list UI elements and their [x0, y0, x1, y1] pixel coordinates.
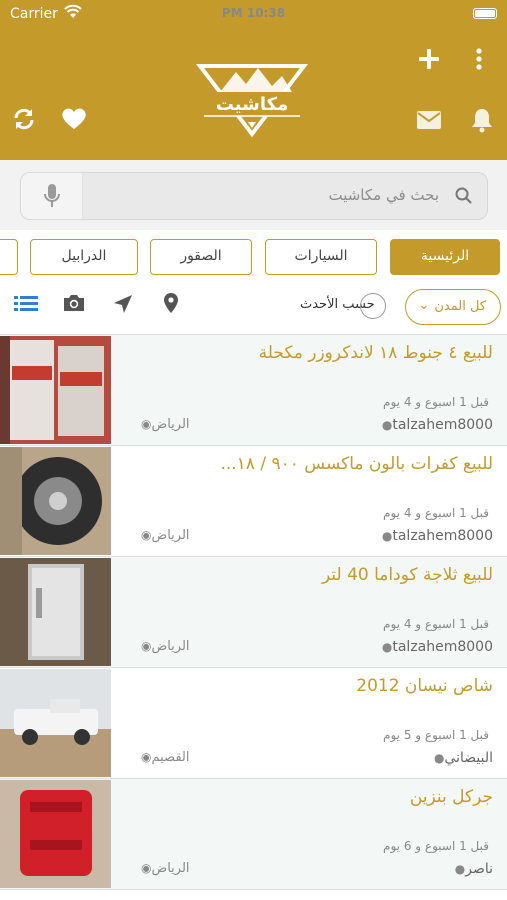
listing-thumbnail — [0, 780, 111, 888]
list-item[interactable]: للبيع كفرات بالون ماكسس ٩٠٠ / ١٨... قبل … — [0, 446, 507, 557]
user-name: البيضاني — [444, 750, 493, 766]
city-name: الرياض — [151, 417, 190, 432]
listing-title: جركل بنزين — [409, 787, 493, 807]
city-name: الرياض — [151, 861, 190, 876]
category-tabs: الرئيسية السيارات الصقور الدرابيل — [0, 230, 507, 280]
user-icon: ● — [381, 529, 393, 543]
list-view-icon[interactable] — [14, 294, 38, 314]
listing-user: ناصر● — [451, 861, 493, 877]
location-pin-icon: ◉ — [141, 417, 152, 431]
city-filter-button[interactable]: كل المدن ⌄ — [405, 289, 501, 325]
listing-title: شاص نيسان 2012 — [356, 676, 493, 696]
logo-text: مكاشيت — [216, 94, 288, 115]
favorites-heart-icon[interactable] — [61, 107, 87, 131]
tab-falcons[interactable]: الصقور — [150, 239, 252, 275]
chevron-down-icon: ⌄ — [418, 297, 430, 313]
location-pin-icon[interactable] — [163, 292, 179, 314]
listing-title: للبيع ثلاجة كوداما 40 لتر — [321, 565, 493, 585]
search-area: بحث في مكاشيت — [0, 160, 507, 230]
more-icon[interactable] — [474, 48, 484, 70]
location-pin-icon: ◉ — [141, 750, 152, 764]
voice-search-button[interactable] — [21, 173, 83, 219]
listing-thumbnail — [0, 447, 111, 555]
user-name: talzahem8000 — [392, 528, 493, 544]
city-name: الرياض — [151, 528, 190, 543]
user-icon: ● — [454, 862, 466, 876]
location-pin-icon: ◉ — [141, 528, 152, 542]
app-logo: مكاشيت — [196, 64, 308, 138]
sort-newest-radio[interactable] — [360, 293, 386, 319]
city-name: القصيم — [151, 750, 190, 765]
listing-thumbnail — [0, 336, 111, 444]
listing-thumbnail — [0, 558, 111, 666]
app-header: مكاشيت — [0, 28, 507, 160]
listing-city: الرياض◉ — [138, 417, 190, 432]
list-item[interactable]: للبيع ثلاجة كوداما 40 لتر قبل 1 اسبوع و … — [0, 557, 507, 668]
status-bar: Carrier 10:38 PM — [0, 0, 507, 28]
listing-time: قبل 1 اسبوع و 4 يوم — [383, 506, 489, 520]
tab-more[interactable] — [0, 239, 18, 275]
listing-user: talzahem8000● — [378, 639, 493, 655]
listing-user: talzahem8000● — [378, 528, 493, 544]
search-placeholder: بحث في مكاشيت — [328, 186, 439, 204]
refresh-icon[interactable] — [12, 107, 36, 131]
listing-city: الرياض◉ — [138, 528, 190, 543]
tab-home[interactable]: الرئيسية — [390, 239, 500, 275]
search-input[interactable]: بحث في مكاشيت — [20, 172, 488, 220]
listing-city: الرياض◉ — [138, 639, 190, 654]
city-filter-label: كل المدن — [434, 299, 486, 314]
location-pin-icon: ◉ — [141, 861, 152, 875]
list-item[interactable]: شاص نيسان 2012 قبل 1 اسبوع و 5 يوم البيض… — [0, 668, 507, 779]
battery-icon — [473, 8, 497, 19]
tab-cars[interactable]: السيارات — [265, 239, 377, 275]
messages-envelope-icon[interactable] — [416, 110, 442, 130]
listing-time: قبل 1 اسبوع و 4 يوم — [383, 395, 489, 409]
search-icon — [455, 187, 472, 204]
add-icon[interactable] — [418, 48, 440, 70]
filter-toolbar: حسب الأحدث كل المدن ⌄ — [0, 280, 507, 332]
location-pin-icon: ◉ — [141, 639, 152, 653]
listing-user: البيضاني● — [430, 750, 493, 766]
listing-city: الرياض◉ — [138, 861, 190, 876]
listing-time: قبل 1 اسبوع و 4 يوم — [383, 617, 489, 631]
navigation-arrow-icon[interactable] — [112, 293, 134, 315]
list-item[interactable]: للبيع ٤ جنوط ١٨ لاندكروزر مكحلة قبل 1 اس… — [0, 335, 507, 446]
tab-drabeel[interactable]: الدرابيل — [30, 239, 138, 275]
list-item[interactable]: جركل بنزين قبل 1 اسبوع و 6 يوم ناصر● الر… — [0, 779, 507, 890]
camera-icon[interactable] — [62, 293, 86, 313]
user-icon: ● — [381, 640, 393, 654]
listings-list: للبيع ٤ جنوط ١٨ لاندكروزر مكحلة قبل 1 اس… — [0, 334, 507, 900]
notifications-bell-icon[interactable] — [470, 107, 494, 133]
user-name: talzahem8000 — [392, 417, 493, 433]
user-icon: ● — [381, 418, 393, 432]
user-name: ناصر — [465, 861, 493, 877]
clock: 10:38 PM — [221, 6, 286, 20]
listing-user: talzahem8000● — [378, 417, 493, 433]
listing-time: قبل 1 اسبوع و 6 يوم — [383, 839, 489, 853]
user-icon: ● — [433, 751, 445, 765]
listing-city: القصيم◉ — [138, 750, 189, 765]
user-name: talzahem8000 — [392, 639, 493, 655]
microphone-icon — [44, 184, 60, 207]
listing-thumbnail — [0, 669, 111, 777]
listing-time: قبل 1 اسبوع و 5 يوم — [383, 728, 489, 742]
listing-title: للبيع ٤ جنوط ١٨ لاندكروزر مكحلة — [258, 343, 493, 363]
city-name: الرياض — [151, 639, 190, 654]
listing-title: للبيع كفرات بالون ماكسس ٩٠٠ / ١٨... — [220, 454, 493, 474]
